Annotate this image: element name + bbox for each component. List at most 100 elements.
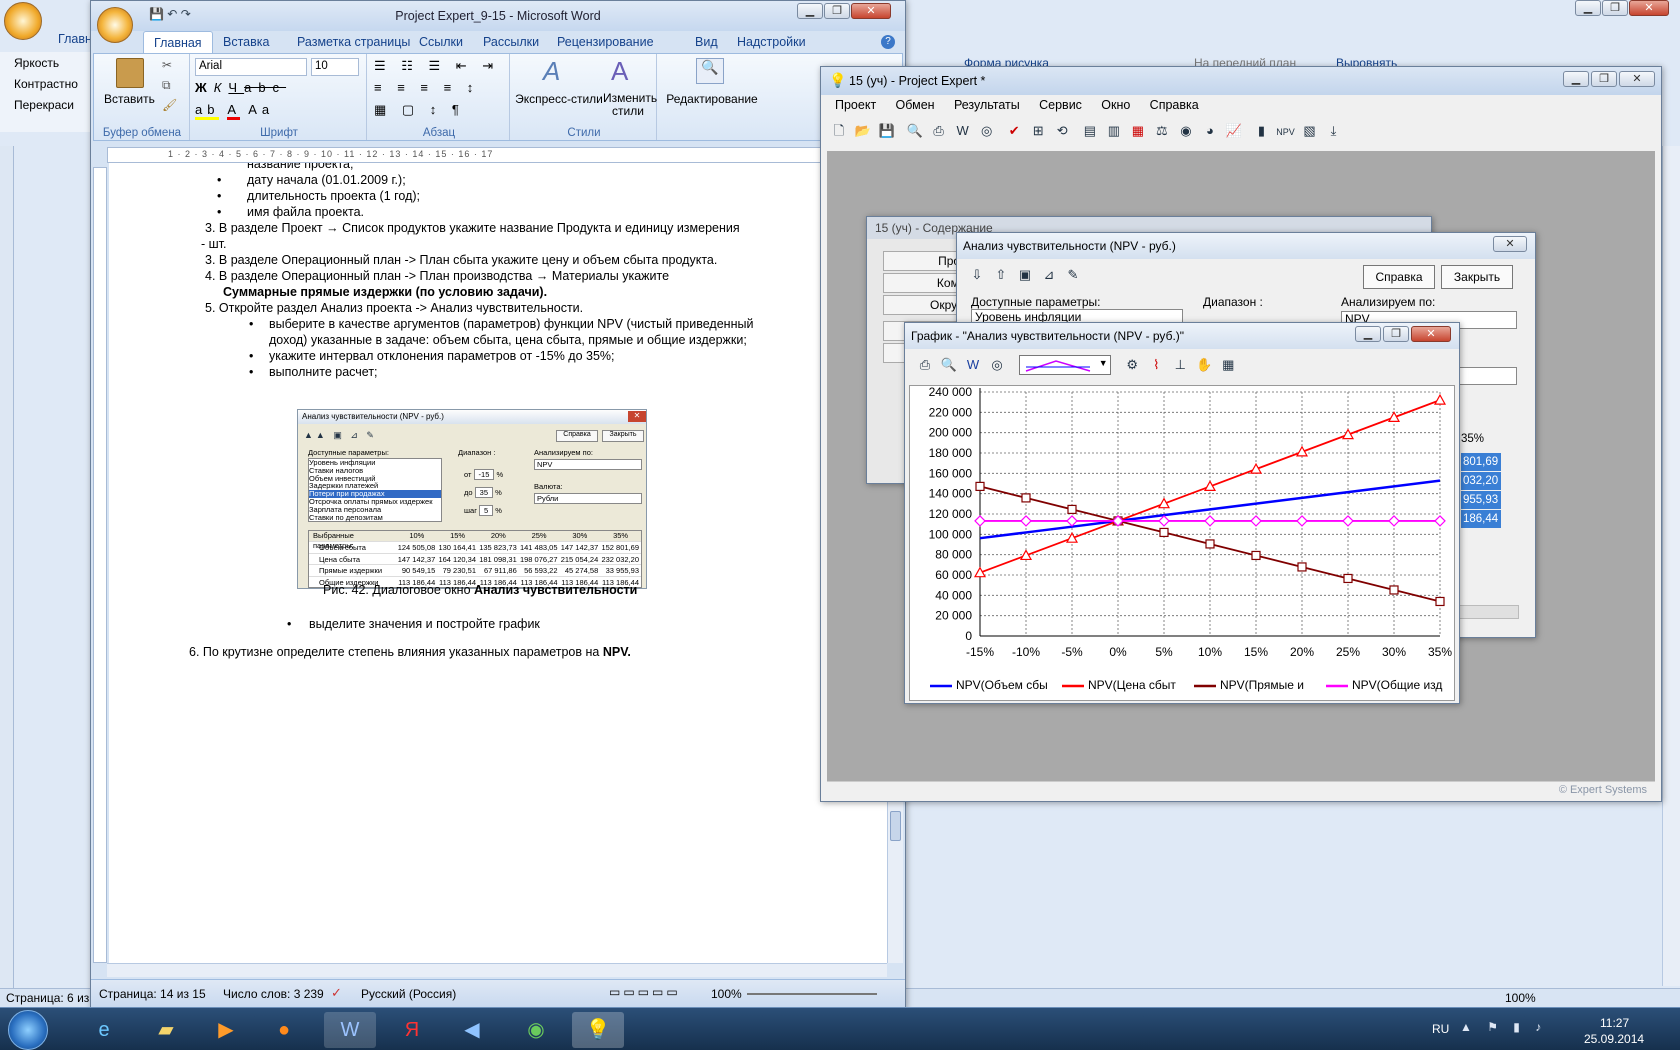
media-player-icon[interactable]: ▶ <box>200 1012 252 1048</box>
grid-table-icon[interactable]: ▦ <box>1217 354 1239 376</box>
menu-window[interactable]: Окно <box>1093 95 1138 115</box>
tab-references[interactable]: Ссылки <box>409 31 473 53</box>
status-zoom[interactable]: 100% <box>711 987 742 1001</box>
chrome-icon[interactable]: ◉ <box>510 1012 562 1048</box>
scroll-thumb[interactable] <box>890 811 901 841</box>
help-icon[interactable]: ? <box>881 35 895 49</box>
graph-icon[interactable]: ⊿ <box>1038 264 1060 286</box>
globe-icon[interactable]: ◎ <box>976 120 998 142</box>
calc-icon[interactable]: ⊞ <box>1027 120 1049 142</box>
npv-icon[interactable]: NPV <box>1275 121 1297 143</box>
word-maximize-button[interactable]: ❐ <box>824 3 850 19</box>
upload-icon[interactable]: ⇧ <box>990 264 1012 286</box>
save-icon[interactable]: 💾 <box>876 120 898 142</box>
brightness-button[interactable]: Яркость <box>14 56 59 70</box>
chart-type-select[interactable]: ▼ <box>1018 355 1111 375</box>
menu-results[interactable]: Результаты <box>946 95 1028 115</box>
express-styles-button[interactable]: Экспресс-стили <box>513 92 605 106</box>
preview-icon[interactable]: 🔍 <box>938 354 960 376</box>
bg-close-button[interactable]: ✕ <box>1629 0 1669 16</box>
word-minimize-button[interactable]: ▁ <box>797 3 823 19</box>
open-folder-icon[interactable]: 📂 <box>852 120 874 142</box>
office-button[interactable] <box>97 7 133 43</box>
tab-review[interactable]: Рецензирование <box>547 31 664 53</box>
series-icon[interactable]: ⌇ <box>1145 354 1167 376</box>
chart-maximize-button[interactable]: ❐ <box>1383 326 1409 342</box>
cashflow-icon[interactable]: ▦ <box>1127 120 1149 142</box>
tray-date[interactable]: 25.09.2014 <box>1584 1032 1644 1046</box>
tray-language[interactable]: RU <box>1432 1022 1449 1036</box>
bold-button[interactable]: Ж <box>195 80 214 95</box>
tools-icon[interactable]: ✎ <box>1062 264 1084 286</box>
highlight-icon[interactable]: ab <box>195 102 220 120</box>
tab-insert[interactable]: Вставка <box>213 31 279 53</box>
preview-icon[interactable]: 🔍 <box>904 120 926 142</box>
menu-exchange[interactable]: Обмен <box>888 95 943 115</box>
format-painter-icon[interactable]: 🖌 <box>162 98 177 112</box>
start-button[interactable] <box>8 1010 48 1050</box>
status-page[interactable]: Страница: 14 из 15 <box>99 987 206 1001</box>
bg-office-button[interactable] <box>4 2 42 40</box>
underline-button[interactable]: Ч <box>228 80 244 95</box>
sens-val-0[interactable]: 801,69 <box>1461 453 1501 471</box>
bg-tab-home[interactable]: Главн <box>58 32 92 46</box>
chart-close-button[interactable]: ✕ <box>1411 326 1451 342</box>
sens-val-1[interactable]: 032,20 <box>1461 472 1501 490</box>
pe-minimize-button[interactable]: ▁ <box>1563 71 1589 87</box>
tab-addins[interactable]: Надстройки <box>727 31 816 53</box>
calculate-icon[interactable]: ▣ <box>1014 264 1036 286</box>
paste-button[interactable]: Вставить <box>104 92 155 106</box>
explorer-icon[interactable]: ▰ <box>140 1012 192 1048</box>
status-language[interactable]: Русский (Россия) <box>361 987 456 1001</box>
pe-maximize-button[interactable]: ❐ <box>1591 71 1617 87</box>
yandex-icon[interactable]: Я <box>386 1012 438 1048</box>
tab-view[interactable]: Вид <box>685 31 728 53</box>
sens-close-dialog-button[interactable]: Закрыть <box>1441 265 1513 289</box>
view-buttons[interactable]: ▭▭▭▭▭ <box>609 985 681 999</box>
new-file-icon[interactable]: 🗋 <box>828 120 850 142</box>
bar-chart-icon[interactable]: ▮ <box>1251 120 1273 142</box>
change-case-icon[interactable]: Aa <box>248 102 274 117</box>
report-icon[interactable]: ▤ <box>1079 120 1101 142</box>
bg-right-scrollbar[interactable] <box>1662 146 1680 986</box>
pe-close-button[interactable]: ✕ <box>1619 71 1655 87</box>
word-export-icon[interactable]: W <box>952 120 974 142</box>
strike-button[interactable]: abc <box>244 80 286 95</box>
grid-icon[interactable]: ▧ <box>1299 120 1321 142</box>
menu-help[interactable]: Справка <box>1142 95 1207 115</box>
copy-icon[interactable]: ⧉ <box>162 78 171 93</box>
italic-button[interactable]: К <box>214 80 229 95</box>
firefox-icon[interactable]: ● <box>258 1012 310 1048</box>
word-horizontal-scrollbar[interactable] <box>107 963 887 977</box>
sens-val-2[interactable]: 955,93 <box>1461 491 1501 509</box>
properties-icon[interactable]: ⚙ <box>1121 354 1143 376</box>
recolor-button[interactable]: Перекраси <box>14 98 74 112</box>
table-icon[interactable]: ▥ <box>1103 120 1125 142</box>
sens-val-3[interactable]: 186,44 <box>1461 510 1501 528</box>
change-styles-button[interactable]: Изменить стили <box>603 92 657 118</box>
list-buttons[interactable]: ☰ ☷ ☰ ⇤ ⇥ <box>374 58 499 74</box>
spellcheck-icon[interactable]: ✓ <box>331 985 342 1001</box>
editing-button[interactable]: Редактирование <box>658 92 766 106</box>
menu-service[interactable]: Сервис <box>1031 95 1090 115</box>
tray-time[interactable]: 11:27 <box>1600 1016 1629 1030</box>
word-task-icon[interactable]: W <box>324 1012 376 1048</box>
export-icon[interactable]: ⤓ <box>1323 120 1345 142</box>
print-icon[interactable]: ⎙ <box>928 120 950 142</box>
change-styles-icon[interactable]: A <box>611 56 628 87</box>
font-name-select[interactable]: Arial <box>195 58 307 76</box>
menu-project[interactable]: Проект <box>827 95 884 115</box>
refresh-icon[interactable]: ⟲ <box>1051 120 1073 142</box>
chart-minimize-button[interactable]: ▁ <box>1355 326 1381 342</box>
status-words[interactable]: Число слов: 3 239 <box>223 987 324 1001</box>
project-expert-task-icon[interactable]: 💡 <box>572 1012 624 1048</box>
word-export-icon[interactable]: W <box>962 354 984 376</box>
editing-icon[interactable]: 🔍 <box>696 58 724 84</box>
ie-icon[interactable]: e <box>78 1012 130 1048</box>
tab-home[interactable]: Главная <box>143 31 213 53</box>
tab-page-layout[interactable]: Разметка страницы <box>287 31 420 53</box>
font-size-select[interactable]: 10 <box>311 58 359 76</box>
sens-help-button[interactable]: Справка <box>1363 265 1435 289</box>
contrast-button[interactable]: Контрастно <box>14 77 78 91</box>
axes-icon[interactable]: ⊥ <box>1169 354 1191 376</box>
